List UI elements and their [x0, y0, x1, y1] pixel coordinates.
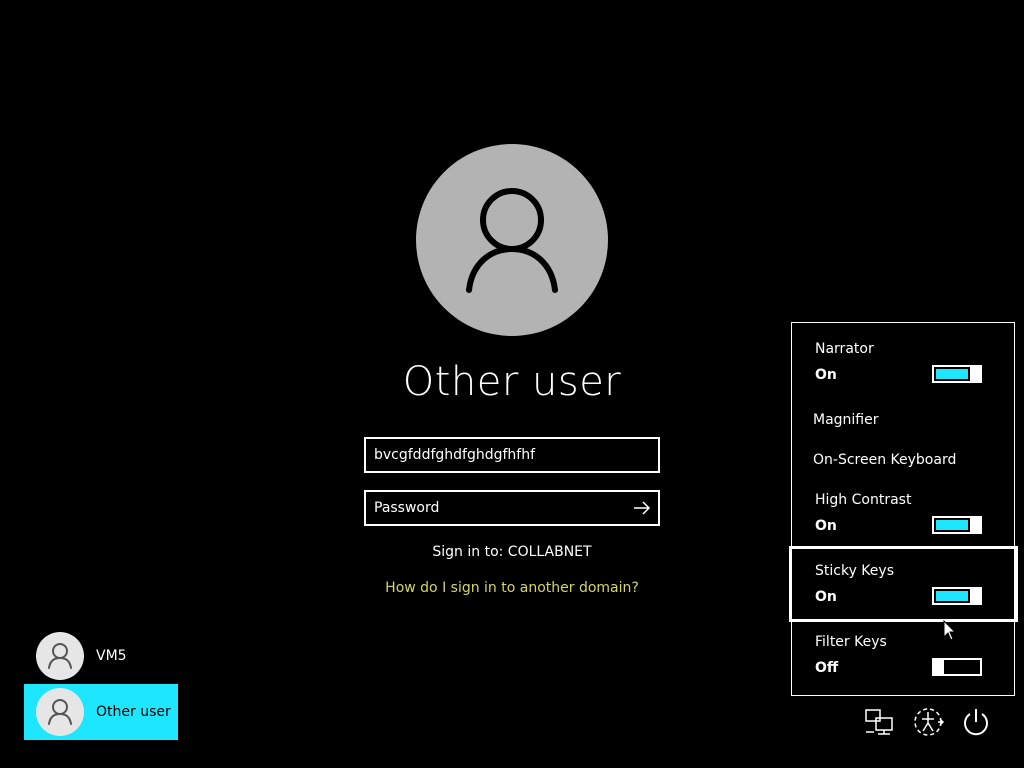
ease-of-access-menu: Narrator On Magnifier On-Screen Keyboard… [791, 322, 1015, 696]
person-icon [466, 188, 558, 293]
ease-item-state: On [815, 518, 837, 534]
domain-help-link[interactable]: How do I sign in to another domain? [312, 578, 712, 598]
user-tile-vm5[interactable]: VM5 [24, 628, 178, 684]
toggle-knob [934, 660, 944, 674]
user-avatar-small [36, 688, 84, 736]
ease-item-label: Filter Keys [815, 634, 887, 650]
toggle-knob [970, 367, 980, 381]
user-avatar-small [36, 632, 84, 680]
password-input[interactable] [366, 492, 626, 524]
ease-item-state: On [815, 367, 837, 383]
narrator-toggle[interactable] [932, 365, 982, 383]
focus-highlight [789, 546, 1018, 622]
user-avatar [416, 144, 608, 336]
sign-in-to-text: Sign in to: COLLABNET [432, 544, 592, 560]
toggle-knob [970, 518, 980, 532]
password-field-box[interactable] [364, 490, 660, 526]
network-icon[interactable] [864, 706, 896, 738]
user-tile-label: VM5 [96, 648, 127, 664]
toggle-fill [936, 520, 968, 530]
toggle-fill [936, 369, 968, 379]
username-title: Other user [402, 359, 622, 405]
user-tile-other-user[interactable]: Other user [24, 684, 178, 740]
filter-keys-toggle[interactable] [932, 658, 982, 676]
mouse-cursor-icon [943, 620, 957, 641]
username-field-box[interactable] [364, 437, 660, 473]
person-icon [48, 699, 72, 725]
ease-item-state: Off [815, 660, 839, 676]
high-contrast-toggle[interactable] [932, 516, 982, 534]
submit-arrow-icon[interactable] [630, 496, 654, 520]
username-input[interactable] [366, 439, 658, 471]
user-tile-label: Other user [96, 704, 171, 720]
ease-item-label: Narrator [815, 341, 874, 357]
ease-of-access-icon[interactable] [912, 706, 944, 738]
person-icon [48, 643, 72, 669]
ease-item-label: Magnifier [813, 412, 879, 428]
ease-item-label: On-Screen Keyboard [813, 452, 957, 468]
power-icon[interactable] [960, 706, 992, 738]
ease-item-label: High Contrast [815, 492, 912, 508]
